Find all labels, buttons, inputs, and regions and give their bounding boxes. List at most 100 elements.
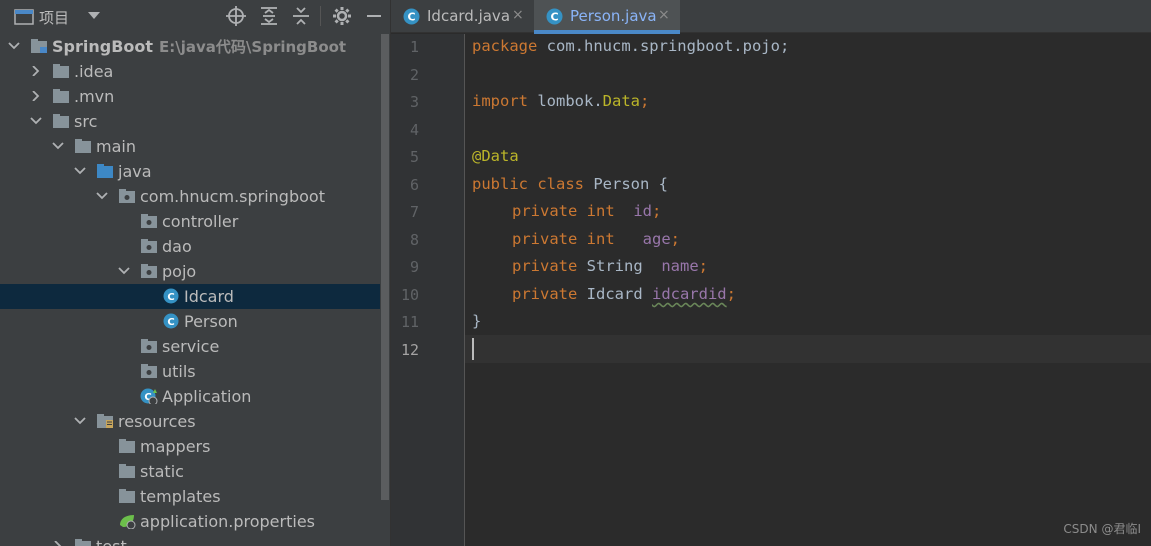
code-line-7[interactable]: private int id;	[512, 202, 661, 220]
locate-icon[interactable]	[225, 5, 247, 27]
tree-item-label: com.hnucm.springboot	[140, 187, 325, 206]
code-line-6[interactable]: public class Person {	[472, 175, 668, 193]
project-path: E:\java代码\SpringBoot	[159, 38, 347, 56]
code-line-11[interactable]: }	[472, 312, 481, 330]
tree-item-controller[interactable]: controller	[0, 209, 380, 234]
panel-header: 项目	[0, 0, 390, 33]
package-icon	[141, 364, 157, 378]
import-path: lombok.	[528, 92, 603, 110]
tree-item-resources[interactable]: resources	[0, 409, 380, 434]
folder-icon	[119, 439, 135, 453]
keyword: private	[512, 285, 578, 303]
tree-item-label: mappers	[140, 437, 211, 456]
line-number: 10	[400, 285, 419, 304]
tree-item-static[interactable]: static	[0, 459, 380, 484]
tree-item-dao[interactable]: dao	[0, 234, 380, 259]
chevron-right-icon[interactable]	[30, 91, 42, 101]
expand-all-icon[interactable]	[258, 5, 280, 27]
keyword: private	[512, 230, 578, 248]
minimize-icon[interactable]	[363, 5, 385, 27]
code-line-3[interactable]: import lombok.Data;	[472, 92, 649, 110]
tree-item-pojo[interactable]: pojo	[0, 259, 380, 284]
folder-icon	[119, 464, 135, 478]
scrollbar-thumb[interactable]	[381, 34, 389, 500]
keyword: package	[472, 37, 538, 55]
tree-item-utils[interactable]: utils	[0, 359, 380, 384]
folder-icon	[53, 114, 69, 128]
chevron-right-icon[interactable]	[30, 66, 42, 76]
code-line-10[interactable]: private Idcard idcardid;	[512, 285, 736, 303]
semicolon: ;	[639, 92, 650, 110]
tab-label: Idcard.java	[427, 7, 511, 25]
tree-item-mappers[interactable]: mappers	[0, 434, 380, 459]
code-line-5[interactable]: @Data	[472, 147, 519, 165]
panel-title[interactable]: 项目	[39, 7, 69, 28]
tree-item-test[interactable]: test	[0, 534, 380, 546]
tree-item-idea[interactable]: .idea	[0, 59, 380, 84]
package-name: com.hnucm.springboot.pojo;	[537, 37, 790, 55]
tree-item-springboot[interactable]: SpringBoot E:\java代码\SpringBoot	[0, 34, 380, 59]
active-tab-indicator	[534, 30, 680, 34]
chevron-down-icon[interactable]	[30, 116, 42, 126]
chevron-down-icon[interactable]	[74, 166, 86, 176]
chevron-down-icon[interactable]	[118, 266, 130, 276]
tree-item-label: .idea	[74, 62, 114, 81]
tree-item-com-hnucm-springboot[interactable]: com.hnucm.springboot	[0, 184, 380, 209]
chevron-down-icon[interactable]	[52, 141, 64, 151]
tree-item-label: main	[96, 137, 136, 156]
line-number: 8	[409, 230, 419, 249]
project-tree: SpringBoot E:\java代码\SpringBoot .idea .mvn s…	[0, 34, 380, 546]
folder-icon	[119, 489, 135, 503]
tab-idcard-java[interactable]: C Idcard.java ×	[391, 0, 532, 33]
keyword: int	[586, 202, 615, 220]
line-number: 2	[409, 65, 419, 84]
svg-text:C: C	[167, 292, 174, 303]
tree-scrollbar[interactable]	[380, 34, 390, 546]
tree-item-main[interactable]: main	[0, 134, 380, 159]
collapse-all-icon[interactable]	[290, 5, 312, 27]
code-line-9[interactable]: private String name;	[512, 257, 708, 275]
tree-item-label: java	[118, 162, 152, 181]
tree-item-src[interactable]: src	[0, 109, 380, 134]
chevron-right-icon[interactable]	[52, 541, 64, 546]
tree-item-application[interactable]: C Application	[0, 384, 380, 409]
gear-icon[interactable]	[331, 5, 353, 27]
tree-item-person[interactable]: C Person	[0, 309, 380, 334]
tree-item-idcard[interactable]: C Idcard	[0, 284, 380, 309]
semicolon: ;	[652, 202, 662, 220]
tree-item-application-properties[interactable]: application.properties	[0, 509, 380, 534]
package-icon	[141, 239, 157, 253]
line-number: 1	[409, 38, 419, 56]
resources-folder-icon	[97, 414, 113, 428]
close-icon[interactable]: ×	[512, 7, 524, 23]
code-line-1[interactable]: package com.hnucm.springboot.pojo;	[472, 37, 789, 55]
tree-item-label: utils	[162, 362, 196, 381]
folder-icon	[75, 139, 91, 153]
field-name: name	[661, 257, 699, 275]
import-class: Data	[602, 92, 640, 110]
tree-item-label: pojo	[162, 262, 197, 281]
tab-person-java[interactable]: C Person.java ×	[534, 0, 680, 34]
chevron-down-icon[interactable]	[88, 12, 100, 20]
tree-item-mvn[interactable]: .mvn	[0, 84, 380, 109]
watermark: CSDN @君临I	[1063, 522, 1141, 536]
keyword: class	[537, 175, 585, 193]
tree-item-service[interactable]: service	[0, 334, 380, 359]
code-line-8[interactable]: private int age;	[512, 230, 680, 248]
chevron-down-icon[interactable]	[74, 416, 86, 426]
chevron-down-icon[interactable]	[96, 191, 108, 201]
package-icon	[141, 214, 157, 228]
tree-item-templates[interactable]: templates	[0, 484, 380, 509]
line-number: 12	[400, 340, 419, 359]
type-name: String	[577, 257, 652, 275]
toolbar-divider	[320, 6, 321, 26]
code-editor[interactable]: C Idcard.java × C Person.java × 12345678…	[391, 0, 1151, 546]
project-panel: 项目 SpringBoot E:\java代码\SpringBoot .idea…	[0, 0, 390, 546]
project-view-icon[interactable]	[14, 9, 34, 25]
chevron-down-icon[interactable]	[8, 41, 20, 51]
line-number: 6	[409, 175, 419, 194]
close-icon[interactable]: ×	[658, 7, 670, 23]
package-icon	[141, 264, 157, 278]
tree-item-java[interactable]: java	[0, 159, 380, 184]
keyword: private	[512, 257, 578, 275]
